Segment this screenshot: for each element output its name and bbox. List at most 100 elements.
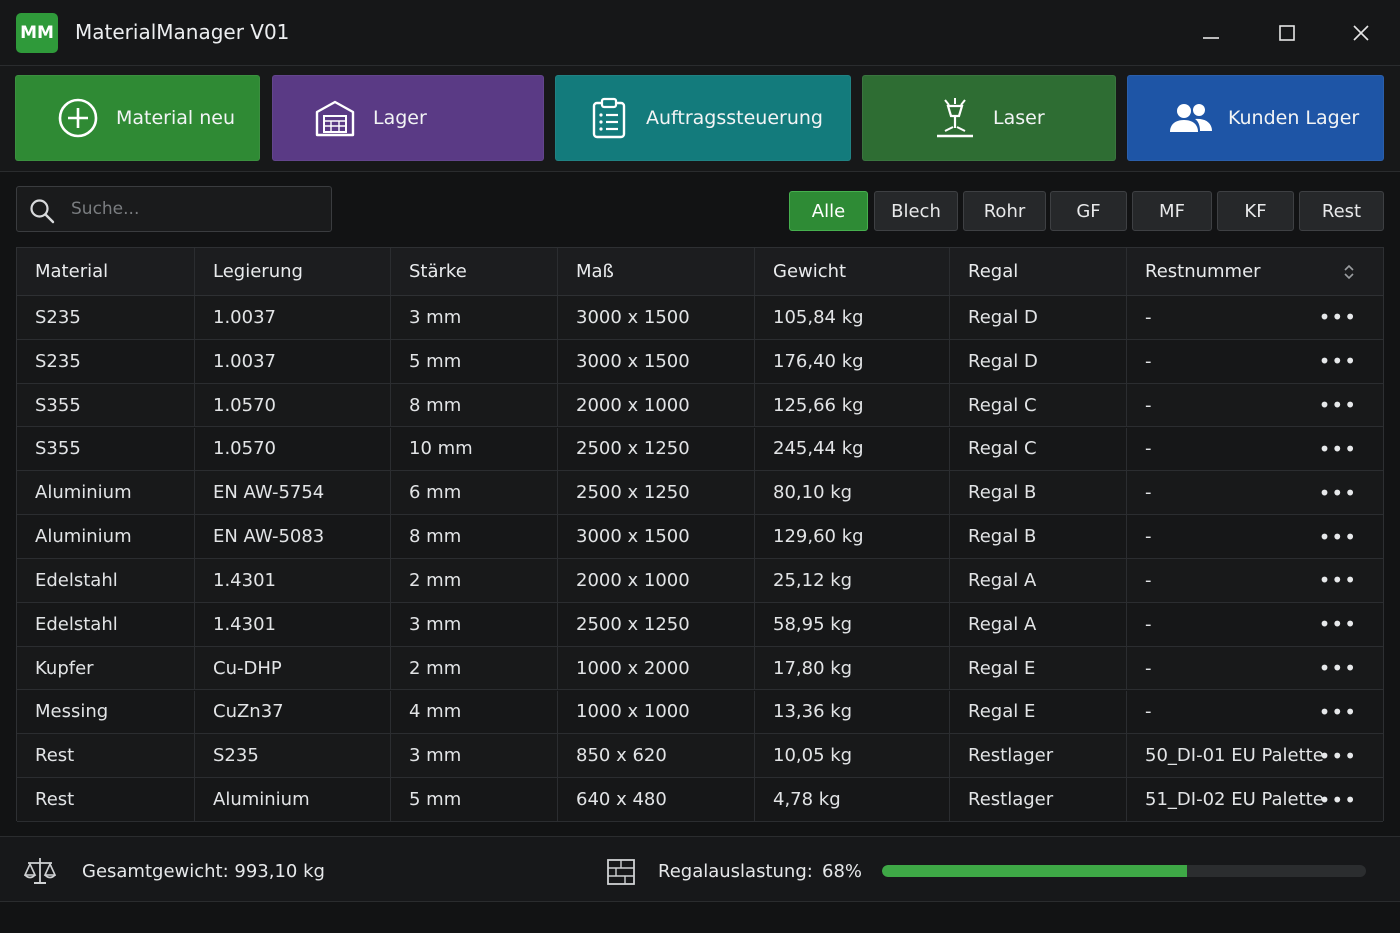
row-more-button[interactable]: ••• <box>1319 559 1357 602</box>
minimize-button[interactable] <box>1196 18 1226 48</box>
filter-alle[interactable]: Alle <box>789 191 868 231</box>
row-more-button[interactable]: ••• <box>1319 734 1357 777</box>
cell-staerke: 5 mm <box>391 778 558 821</box>
cell-regal: Regal C <box>950 427 1127 471</box>
filter-blech[interactable]: Blech <box>874 191 958 231</box>
cell-legierung: S235 <box>195 734 391 778</box>
cell-gewicht: 13,36 kg <box>755 690 950 734</box>
row-more-button[interactable]: ••• <box>1319 296 1357 339</box>
total-weight: Gesamtgewicht: 993,10 kg <box>82 861 325 882</box>
filter-gf[interactable]: GF <box>1050 191 1127 231</box>
row-more-button[interactable]: ••• <box>1319 691 1357 734</box>
table-row[interactable]: Aluminium EN AW-5083 8 mm 3000 x 1500 129,60… <box>17 515 1383 559</box>
cell-regal: Regal D <box>950 296 1127 339</box>
cell-mass: 2500 x 1250 <box>558 427 755 471</box>
cell-regal: Regal B <box>950 515 1127 558</box>
users-icon <box>1168 102 1214 134</box>
cell-material: S355 <box>17 383 195 427</box>
cell-mass: 3000 x 1500 <box>558 339 755 383</box>
clipboard-list-icon <box>588 97 630 139</box>
cell-mass: 1000 x 2000 <box>558 646 755 690</box>
cell-gewicht: 10,05 kg <box>755 734 950 778</box>
table-row[interactable]: S235 1.0037 3 mm 3000 x 1500 105,84 kg Regal … <box>17 296 1383 340</box>
cell-material: Edelstahl <box>17 602 195 646</box>
cell-legierung: Aluminium <box>195 778 391 821</box>
main-navigation: Material neu Lager Auftragssteuerung Las… <box>0 66 1400 172</box>
table-row[interactable]: Aluminium EN AW-5754 6 mm 2500 x 1250 80,10 … <box>17 471 1383 516</box>
column-header-legierung[interactable]: Legierung <box>195 248 391 295</box>
cell-regal: Restlager <box>950 734 1127 778</box>
search-icon <box>29 198 55 228</box>
column-header-regal[interactable]: Regal <box>950 248 1127 295</box>
cell-regal: Regal E <box>950 646 1127 690</box>
table-row[interactable]: Kupfer Cu-DHP 2 mm 1000 x 2000 17,80 kg Regal… <box>17 646 1383 691</box>
table-row[interactable]: S235 1.0037 5 mm 3000 x 1500 176,40 kg Regal … <box>17 339 1383 384</box>
cell-mass: 3000 x 1500 <box>558 515 755 558</box>
cell-legierung: 1.0570 <box>195 383 391 427</box>
column-header-gewicht[interactable]: Gewicht <box>755 248 950 295</box>
auftragssteuerung-button[interactable]: Auftragssteuerung <box>555 75 851 161</box>
table-row[interactable]: Messing CuZn37 4 mm 1000 x 1000 13,36 kg Rega… <box>17 690 1383 735</box>
app-title: MaterialManager V01 <box>75 20 290 44</box>
close-icon <box>1353 25 1369 41</box>
table-row[interactable]: S355 1.0570 10 mm 2500 x 1250 245,44 kg Regal… <box>17 427 1383 472</box>
material-table: Material Legierung Stärke Maß Gewicht Re… <box>16 247 1384 822</box>
cell-staerke: 3 mm <box>391 296 558 339</box>
row-more-button[interactable]: ••• <box>1319 603 1357 646</box>
cell-legierung: 1.4301 <box>195 559 391 602</box>
cell-regal: Regal B <box>950 471 1127 515</box>
minimize-icon <box>1203 37 1219 39</box>
cell-gewicht: 176,40 kg <box>755 339 950 383</box>
table-row[interactable]: Rest S235 3 mm 850 x 620 10,05 kg Restlager 50… <box>17 734 1383 779</box>
laser-button[interactable]: Laser <box>862 75 1116 161</box>
cell-gewicht: 58,95 kg <box>755 602 950 646</box>
close-button[interactable] <box>1346 18 1376 48</box>
cell-material: Rest <box>17 734 195 778</box>
cell-material: Kupfer <box>17 646 195 690</box>
cell-regal: Regal C <box>950 383 1127 427</box>
cell-gewicht: 17,80 kg <box>755 646 950 690</box>
cell-gewicht: 25,12 kg <box>755 559 950 602</box>
table-row[interactable]: S355 1.0570 8 mm 2000 x 1000 125,66 kg Regal … <box>17 383 1383 428</box>
table-row[interactable]: Rest Aluminium 5 mm 640 x 480 4,78 kg Restlag… <box>17 778 1383 822</box>
column-header-mass[interactable]: Maß <box>558 248 755 295</box>
cell-regal: Regal E <box>950 690 1127 734</box>
maximize-button[interactable] <box>1272 18 1302 48</box>
row-more-button[interactable]: ••• <box>1319 778 1357 821</box>
cell-staerke: 2 mm <box>391 646 558 690</box>
laser-icon <box>933 96 977 140</box>
column-header-restnummer[interactable]: Restnummer <box>1127 248 1383 295</box>
column-header-material[interactable]: Material <box>17 248 195 295</box>
table-row[interactable]: Edelstahl 1.4301 3 mm 2500 x 1250 58,95 kg Re… <box>17 602 1383 647</box>
filter-kf[interactable]: KF <box>1217 191 1294 231</box>
sort-icon[interactable] <box>1343 263 1355 286</box>
maximize-icon <box>1279 25 1295 41</box>
material-neu-button[interactable]: Material neu <box>15 75 260 161</box>
table-row[interactable]: Edelstahl 1.4301 2 mm 2000 x 1000 25,12 kg Re… <box>17 559 1383 603</box>
row-more-button[interactable]: ••• <box>1319 471 1357 514</box>
row-more-button[interactable]: ••• <box>1319 384 1357 427</box>
cell-legierung: 1.0037 <box>195 296 391 339</box>
cell-legierung: EN AW-5083 <box>195 515 391 558</box>
warehouse-icon <box>313 98 357 138</box>
cell-mass: 2500 x 1250 <box>558 471 755 515</box>
cell-staerke: 5 mm <box>391 339 558 383</box>
kunden-lager-button[interactable]: Kunden Lager <box>1127 75 1384 161</box>
cell-gewicht: 105,84 kg <box>755 296 950 339</box>
row-more-button[interactable]: ••• <box>1319 647 1357 690</box>
row-more-button[interactable]: ••• <box>1319 515 1357 558</box>
table-header: Material Legierung Stärke Maß Gewicht Re… <box>17 248 1383 296</box>
lager-button[interactable]: Lager <box>272 75 544 161</box>
column-header-staerke[interactable]: Stärke <box>391 248 558 295</box>
filter-rest[interactable]: Rest <box>1299 191 1384 231</box>
row-more-button[interactable]: ••• <box>1319 340 1357 383</box>
cell-material: Rest <box>17 778 195 821</box>
filter-rohr[interactable]: Rohr <box>963 191 1046 231</box>
row-more-button[interactable]: ••• <box>1319 428 1357 471</box>
filter-mf[interactable]: MF <box>1132 191 1212 231</box>
cell-legierung: Cu-DHP <box>195 646 391 690</box>
kunden-lager-label: Kunden Lager <box>1228 107 1360 129</box>
search-input[interactable] <box>71 195 321 223</box>
cell-staerke: 6 mm <box>391 471 558 515</box>
cell-legierung: 1.0037 <box>195 339 391 383</box>
